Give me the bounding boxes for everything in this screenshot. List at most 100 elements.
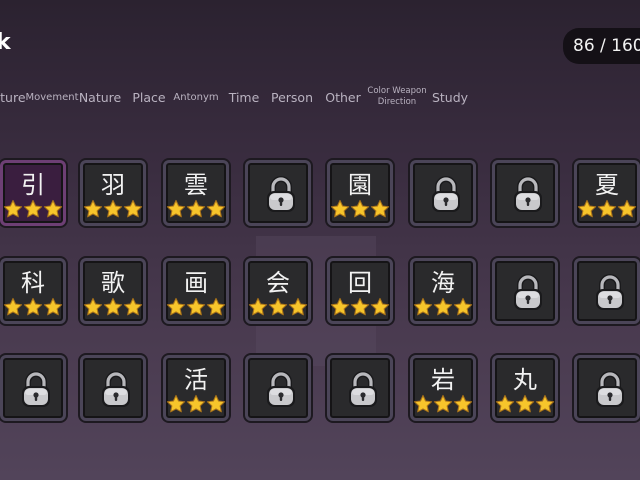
- star-icon: [186, 297, 206, 316]
- star-icon: [535, 394, 555, 413]
- kanji-character: 画: [184, 269, 208, 297]
- star-icon: [370, 297, 390, 316]
- star-rating: [166, 394, 226, 414]
- kanji-character: 活: [184, 366, 208, 394]
- star-icon: [577, 199, 597, 218]
- star-icon: [123, 199, 143, 218]
- locked-kanji-card[interactable]: [0, 355, 66, 421]
- kanji-card[interactable]: 科: [0, 258, 66, 324]
- star-rating: [495, 394, 555, 414]
- star-rating: [330, 199, 390, 219]
- star-rating: [3, 199, 63, 219]
- star-rating: [3, 297, 63, 317]
- lock-icon: [596, 274, 624, 310]
- kanji-character: 海: [431, 269, 455, 297]
- star-icon: [350, 199, 370, 218]
- star-icon: [3, 199, 23, 218]
- star-icon: [268, 297, 288, 316]
- star-icon: [206, 199, 226, 218]
- lock-icon: [22, 371, 50, 407]
- star-icon: [23, 199, 43, 218]
- star-icon: [330, 199, 350, 218]
- kanji-card[interactable]: 海: [410, 258, 476, 324]
- kanji-character: 会: [266, 269, 290, 297]
- kanji-character: 夏: [595, 171, 619, 199]
- lock-icon: [267, 371, 295, 407]
- locked-kanji-card[interactable]: [410, 160, 476, 226]
- star-icon: [330, 297, 350, 316]
- kanji-character: 丸: [513, 366, 537, 394]
- star-icon: [103, 199, 123, 218]
- kanji-character: 園: [348, 171, 372, 199]
- star-icon: [103, 297, 123, 316]
- locked-kanji-card[interactable]: [492, 258, 558, 324]
- kanji-card[interactable]: 引: [0, 160, 66, 226]
- kanji-character: 科: [21, 269, 45, 297]
- locked-kanji-card[interactable]: [245, 160, 311, 226]
- star-rating: [83, 297, 143, 317]
- star-rating: [248, 297, 308, 317]
- star-icon: [83, 297, 103, 316]
- star-icon: [433, 394, 453, 413]
- kanji-character: 引: [21, 171, 45, 199]
- locked-kanji-card[interactable]: [80, 355, 146, 421]
- lock-icon: [596, 371, 624, 407]
- locked-kanji-card[interactable]: [492, 160, 558, 226]
- locked-kanji-card[interactable]: [245, 355, 311, 421]
- kanji-card[interactable]: 雲: [163, 160, 229, 226]
- star-icon: [453, 297, 473, 316]
- kanji-character: 雲: [184, 171, 208, 199]
- star-icon: [3, 297, 23, 316]
- star-rating: [330, 297, 390, 317]
- star-rating: [166, 297, 226, 317]
- kanji-card[interactable]: 羽: [80, 160, 146, 226]
- kanji-card[interactable]: 会: [245, 258, 311, 324]
- star-icon: [123, 297, 143, 316]
- star-icon: [166, 297, 186, 316]
- star-icon: [617, 199, 637, 218]
- lock-icon: [267, 176, 295, 212]
- lock-icon: [514, 274, 542, 310]
- kanji-card[interactable]: 夏: [574, 160, 640, 226]
- kanji-character: 回: [348, 269, 372, 297]
- kanji-character: 羽: [101, 171, 125, 199]
- star-rating: [413, 297, 473, 317]
- star-icon: [370, 199, 390, 218]
- star-icon: [166, 394, 186, 413]
- star-icon: [186, 394, 206, 413]
- locked-kanji-card[interactable]: [327, 355, 393, 421]
- kanji-card[interactable]: 岩: [410, 355, 476, 421]
- lock-icon: [514, 176, 542, 212]
- star-icon: [433, 297, 453, 316]
- kanji-card[interactable]: 画: [163, 258, 229, 324]
- kanji-character: 岩: [431, 366, 455, 394]
- star-icon: [43, 297, 63, 316]
- lock-icon: [102, 371, 130, 407]
- star-icon: [206, 394, 226, 413]
- star-icon: [597, 199, 617, 218]
- star-icon: [23, 297, 43, 316]
- kanji-character: 歌: [101, 269, 125, 297]
- lock-icon: [432, 176, 460, 212]
- star-icon: [515, 394, 535, 413]
- lock-icon: [349, 371, 377, 407]
- star-icon: [206, 297, 226, 316]
- locked-kanji-card[interactable]: [574, 355, 640, 421]
- star-icon: [248, 297, 268, 316]
- star-rating: [83, 199, 143, 219]
- kanji-card[interactable]: 丸: [492, 355, 558, 421]
- kanji-card[interactable]: 活: [163, 355, 229, 421]
- locked-kanji-card[interactable]: [574, 258, 640, 324]
- star-rating: [577, 199, 637, 219]
- kanji-card[interactable]: 歌: [80, 258, 146, 324]
- star-icon: [453, 394, 473, 413]
- star-icon: [83, 199, 103, 218]
- star-icon: [186, 199, 206, 218]
- star-rating: [166, 199, 226, 219]
- star-icon: [413, 394, 433, 413]
- kanji-card[interactable]: 回: [327, 258, 393, 324]
- star-icon: [350, 297, 370, 316]
- star-icon: [43, 199, 63, 218]
- star-icon: [413, 297, 433, 316]
- kanji-card[interactable]: 園: [327, 160, 393, 226]
